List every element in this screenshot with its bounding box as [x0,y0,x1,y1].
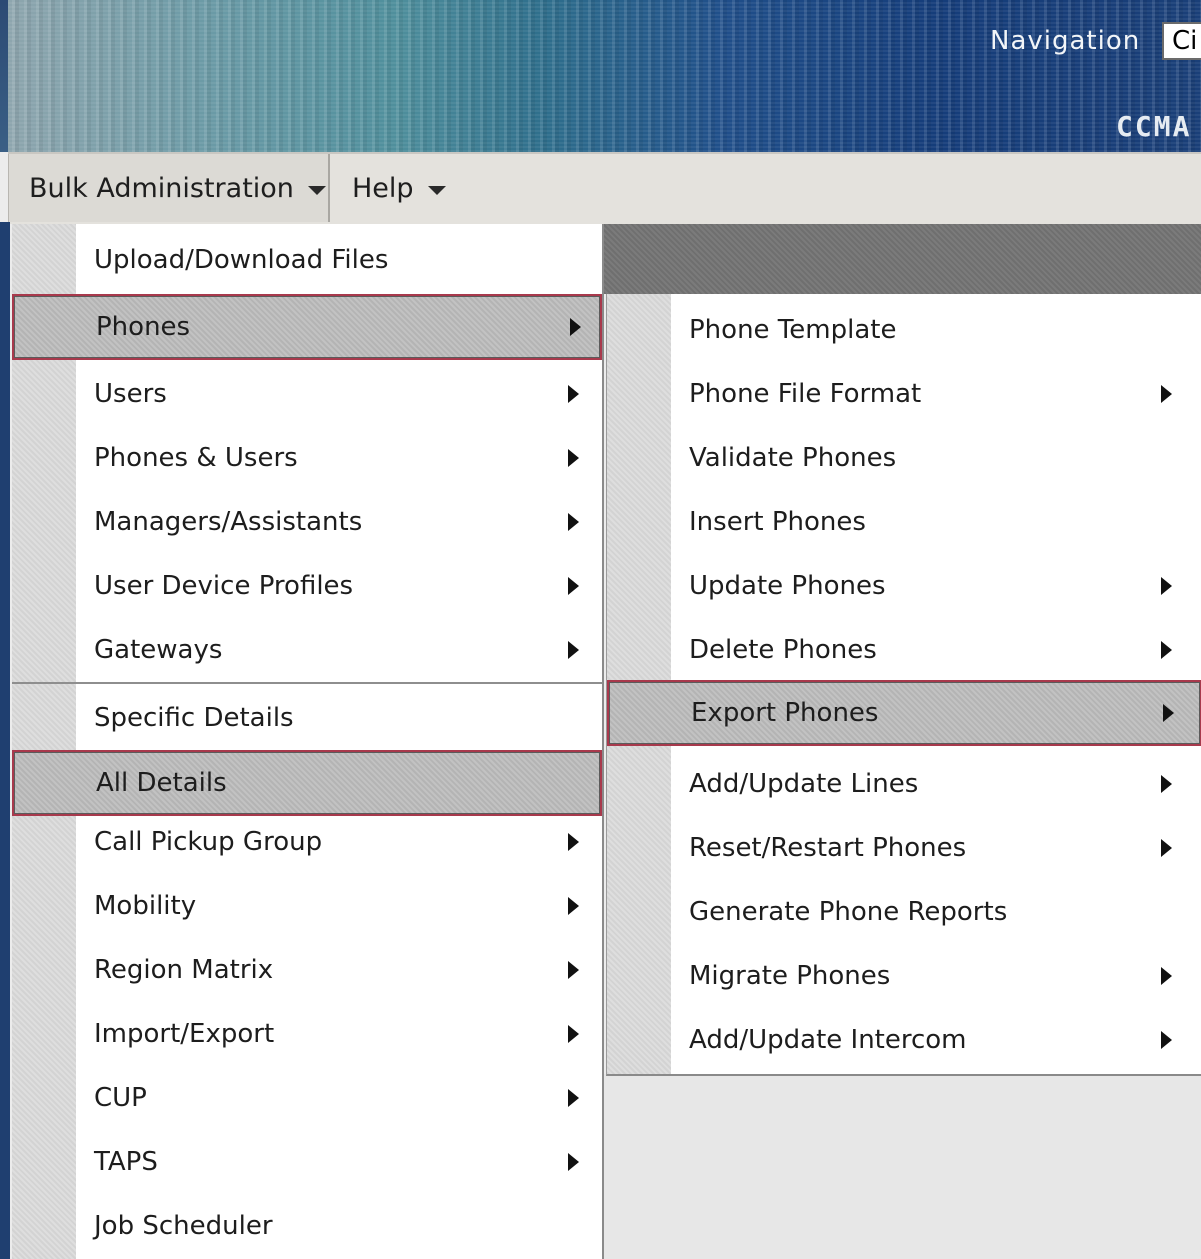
menu-item-label: Validate Phones [689,443,897,473]
chevron-right-icon [570,318,581,336]
menu-item-delete-phones[interactable]: Delete Phones [607,618,1201,682]
menu-item-label: Add/Update Lines [689,769,919,799]
menu-item-label: All Details [96,768,227,798]
menu-help[interactable]: Help [352,154,482,222]
menu-item-gateways[interactable]: Gateways [12,618,602,682]
menu-item-label: Phone Template [689,315,897,345]
chevron-right-icon [568,1153,579,1171]
menu-item-label: Generate Phone Reports [689,897,1008,927]
menu-item-label: Export Phones [691,698,879,728]
menu-item-export-phones[interactable]: Export Phones [607,680,1201,746]
menu-item-label: Gateways [94,635,223,665]
menu-item-label: Mobility [94,891,197,921]
chevron-right-icon [568,577,579,595]
menu-item-label: CUP [94,1083,147,1113]
chevron-right-icon [568,641,579,659]
chevron-right-icon [1161,577,1172,595]
chevron-right-icon [568,897,579,915]
menu-item-label: Call Pickup Group [94,827,323,857]
menu-item-label: Managers/Assistants [94,507,363,537]
menu-item-label: Insert Phones [689,507,866,537]
menu-item-label: Import/Export [94,1019,275,1049]
chevron-down-icon [307,185,326,195]
menu-item-generate-phone-reports[interactable]: Generate Phone Reports [607,880,1201,944]
menu-item-call-pickup-group[interactable]: Call Pickup Group [12,810,602,874]
navigation-label: Navigation [990,26,1141,56]
menu-item-label: Delete Phones [689,635,877,665]
menu-item-users[interactable]: Users [12,362,602,426]
menu-item-label: Specific Details [94,703,294,733]
menu-item-insert-phones[interactable]: Insert Phones [607,490,1201,554]
menu-item-phone-template[interactable]: Phone Template [607,298,1201,362]
navigation-select[interactable]: Ci [1162,22,1201,60]
product-label: CCMA [1116,110,1192,143]
menu-item-update-phones[interactable]: Update Phones [607,554,1201,618]
chevron-right-icon [1161,641,1172,659]
menu-item-migrate-phones[interactable]: Migrate Phones [607,944,1201,1008]
page-left-edge [0,222,10,1259]
menu-item-managers-assistants[interactable]: Managers/Assistants [12,490,602,554]
menu-item-mobility[interactable]: Mobility [12,874,602,938]
menu-item-label: Phone File Format [689,379,922,409]
menu-item-region-matrix[interactable]: Region Matrix [12,938,602,1002]
menu-item-label: Update Phones [689,571,886,601]
menu-item-all-details[interactable]: All Details [12,750,602,816]
menu-item-import-export[interactable]: Import/Export [12,1002,602,1066]
menu-item-phone-file-format[interactable]: Phone File Format [607,362,1201,426]
chevron-right-icon [1161,775,1172,793]
phones-submenu: Phone Template Phone File Format Validate … [606,294,1201,1076]
menu-item-label: Job Scheduler [94,1211,273,1241]
menu-separator [12,682,602,684]
chevron-right-icon [568,449,579,467]
chevron-down-icon [427,185,446,195]
menu-item-specific-details[interactable]: Specific Details [12,686,602,750]
menu-item-taps[interactable]: TAPS [12,1130,602,1194]
menu-bar: Bulk Administration Help [8,152,1201,224]
chevron-right-icon [568,961,579,979]
chevron-right-icon [568,1089,579,1107]
chevron-right-icon [568,513,579,531]
content-header-bar [604,224,1201,294]
chevron-right-icon [568,385,579,403]
chevron-right-icon [1163,704,1174,722]
menu-item-add-update-lines[interactable]: Add/Update Lines [607,752,1201,816]
menu-help-label: Help [352,172,414,204]
menu-item-label: Phones & Users [94,443,298,473]
menu-item-label: Migrate Phones [689,961,891,991]
menu-bulk-administration-label: Bulk Administration [29,172,294,204]
menu-item-add-update-intercom[interactable]: Add/Update Intercom [607,1008,1201,1072]
bulk-administration-dropdown: Upload/Download Files Phones Users Phones &… [12,224,604,1259]
menu-item-cup[interactable]: CUP [12,1066,602,1130]
menu-item-label: Upload/Download Files [94,245,389,275]
chevron-right-icon [1161,967,1172,985]
chevron-right-icon [1161,1031,1172,1049]
chevron-right-icon [1161,839,1172,857]
menu-item-label: Users [94,379,167,409]
content-area [604,1074,1201,1259]
menu-item-user-device-profiles[interactable]: User Device Profiles [12,554,602,618]
menu-item-label: User Device Profiles [94,571,354,601]
banner-edge [0,0,8,152]
menu-item-label: Reset/Restart Phones [689,833,967,863]
header-banner: Navigation Ci CCMA [0,0,1201,152]
chevron-right-icon [568,833,579,851]
chevron-right-icon [1161,385,1172,403]
menu-item-label: Region Matrix [94,955,274,985]
menu-item-phones[interactable]: Phones [12,294,602,360]
menu-bulk-administration[interactable]: Bulk Administration [8,154,330,222]
menu-item-label: Phones [96,312,191,342]
menu-item-upload-download-files[interactable]: Upload/Download Files [12,228,602,292]
menu-item-reset-restart-phones[interactable]: Reset/Restart Phones [607,816,1201,880]
menu-item-phones-and-users[interactable]: Phones & Users [12,426,602,490]
chevron-right-icon [568,1025,579,1043]
menu-item-job-scheduler[interactable]: Job Scheduler [12,1194,602,1258]
menu-item-label: TAPS [94,1147,158,1177]
menu-item-validate-phones[interactable]: Validate Phones [607,426,1201,490]
menu-item-label: Add/Update Intercom [689,1025,967,1055]
